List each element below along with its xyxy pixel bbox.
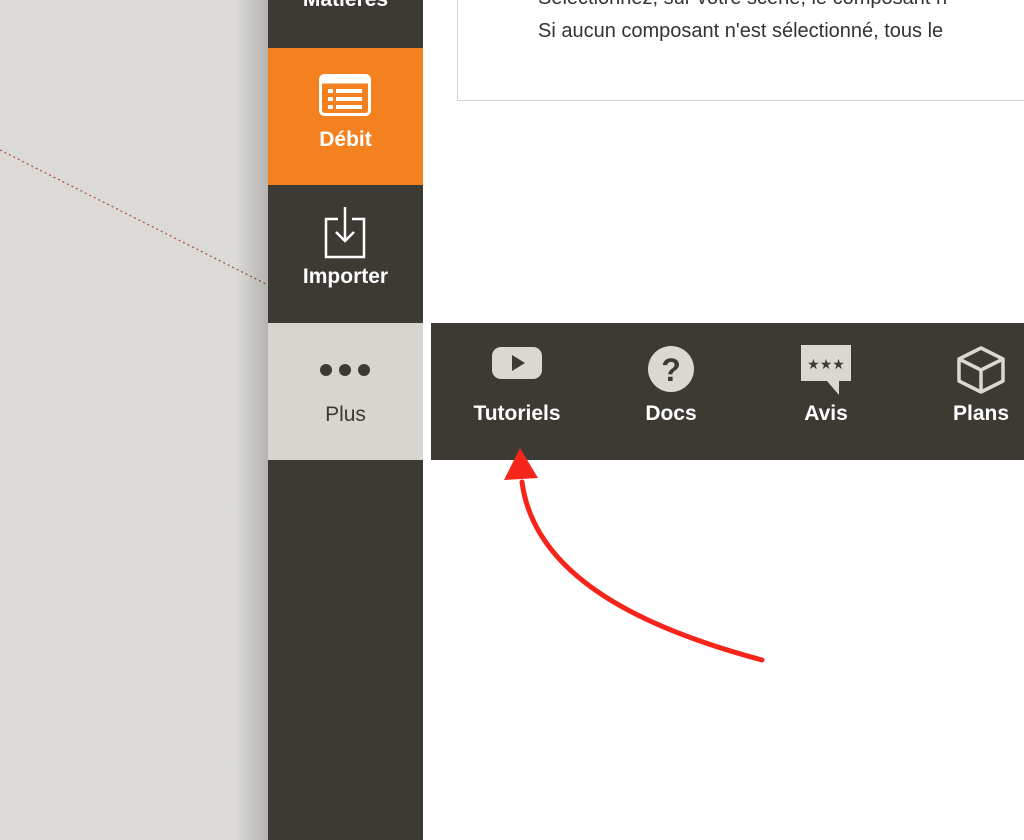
panel-shadow	[236, 0, 268, 840]
sidebar: Matières Débit Importer	[268, 0, 431, 840]
toolbar-item-label: Tutoriels	[473, 402, 561, 425]
review-stars-bubble-icon: ★★★	[799, 345, 853, 403]
cutlist-icon	[319, 74, 371, 122]
question-circle-icon: ?	[646, 345, 696, 399]
sidebar-item-materials[interactable]: Matières	[268, 0, 423, 48]
import-icon	[324, 207, 366, 265]
info-text-line: Si aucun composant n'est sélectionné, to…	[538, 20, 944, 42]
sidebar-item-label: Débit	[319, 128, 372, 151]
toolbar-item-plans[interactable]: Plans	[926, 323, 1024, 460]
toolbar-item-label: Plans	[952, 402, 1010, 425]
toolbar-item-label: Avis	[804, 402, 848, 425]
sidebar-item-label: Importer	[302, 265, 389, 288]
annotation-arrow	[504, 448, 765, 663]
scene-guide-line	[0, 149, 268, 286]
3d-scene-viewport[interactable]	[0, 0, 268, 840]
youtube-play-icon	[492, 345, 542, 387]
svg-text:?: ?	[661, 352, 681, 388]
sidebar-item-label: Matières	[268, 0, 423, 12]
toolbar-item-label: Docs	[645, 402, 697, 425]
sidebar-item-label: Plus	[325, 403, 366, 426]
more-dots-icon	[318, 361, 372, 385]
sidebar-item-debit[interactable]: Débit	[268, 48, 423, 185]
info-text-line: Sélectionnez, sur votre scène, le compos…	[538, 0, 947, 10]
sidebar-item-plus[interactable]: Plus	[268, 323, 423, 460]
sidebar-item-import[interactable]: Importer	[268, 185, 423, 323]
info-box: Sélectionnez, sur votre scène, le compos…	[457, 0, 1024, 101]
svg-text:★★★: ★★★	[807, 357, 845, 373]
cube-icon	[956, 345, 1006, 401]
